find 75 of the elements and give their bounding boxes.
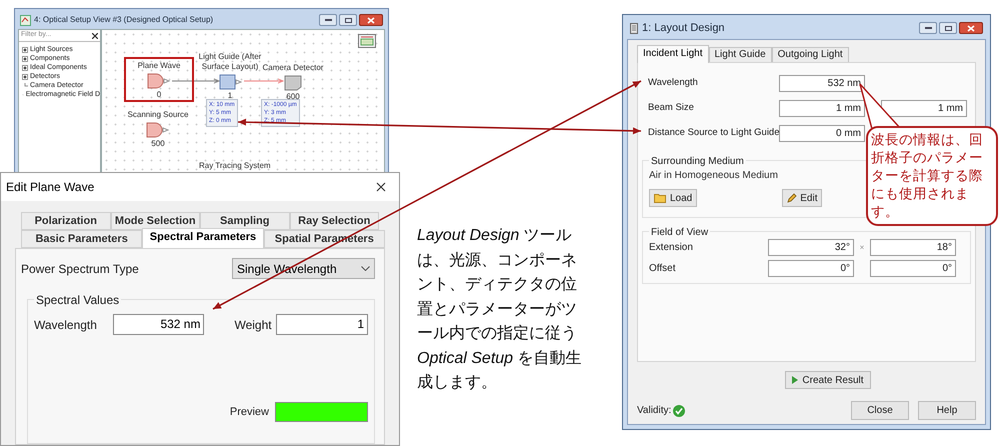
node-number: 1 bbox=[228, 91, 232, 101]
maximize-icon[interactable] bbox=[939, 22, 957, 34]
field-label: Beam Size bbox=[647, 101, 695, 116]
node-number: 0 bbox=[156, 90, 162, 100]
node-label: Plane Wave bbox=[136, 61, 182, 71]
expand-icon[interactable] bbox=[22, 46, 28, 52]
source-node-icon[interactable] bbox=[146, 122, 170, 138]
weight-field[interactable]: 1 bbox=[276, 314, 368, 335]
group-title: Surrounding Medium bbox=[649, 154, 746, 169]
field-label: Wavelength bbox=[34, 316, 98, 334]
app-icon bbox=[20, 14, 31, 26]
input-field[interactable]: 1 mm bbox=[881, 100, 967, 117]
wavelength-field[interactable]: 532 nm bbox=[112, 314, 204, 335]
preview-label: Preview bbox=[230, 404, 269, 420]
dialog-title: Edit Plane Wave bbox=[6, 179, 96, 196]
maximize-icon[interactable] bbox=[339, 14, 357, 26]
expand-icon[interactable] bbox=[22, 74, 28, 80]
tab[interactable]: Basic Parameters bbox=[21, 230, 142, 248]
edit-button[interactable]: Edit bbox=[782, 189, 822, 207]
app-icon bbox=[630, 22, 638, 34]
field-label: Distance Source to Light Guide bbox=[647, 126, 779, 140]
node-label: Camera Detector bbox=[262, 63, 324, 73]
node-number: 500 bbox=[151, 139, 165, 149]
caption-text: Layout Design ツールは、光源、コンポーネント、ディテクタの位置とパラメーターがツール内での指定に従う Optical Setup を自動生成します。 bbox=[417, 226, 583, 393]
node-label: Scanning Source bbox=[126, 110, 190, 120]
minimize-icon[interactable] bbox=[319, 14, 337, 26]
input-field[interactable]: 0 mm bbox=[779, 125, 865, 142]
field-label: Offset bbox=[649, 262, 676, 276]
input-field[interactable]: 18° bbox=[870, 239, 956, 256]
close-icon[interactable] bbox=[359, 14, 383, 26]
input-field[interactable]: 1 mm bbox=[779, 100, 865, 117]
expand-icon[interactable] bbox=[22, 64, 28, 70]
connector-arrow bbox=[172, 78, 222, 84]
dialog-button[interactable]: Close bbox=[851, 401, 909, 420]
component-node-icon[interactable] bbox=[218, 74, 242, 90]
pencil-icon bbox=[787, 193, 798, 203]
detector-node-icon[interactable] bbox=[284, 75, 302, 91]
connector-arrow bbox=[244, 78, 286, 84]
dialog-button[interactable]: Help bbox=[918, 401, 976, 420]
field-label: Weight bbox=[234, 316, 273, 334]
node-number: 600 bbox=[286, 92, 300, 102]
chevron-down-icon bbox=[361, 266, 370, 271]
input-field[interactable]: 32° bbox=[768, 239, 854, 256]
times-sign: × bbox=[858, 242, 866, 254]
field-label: Power Spectrum Type bbox=[21, 260, 139, 278]
validity-label: Validity: bbox=[637, 404, 672, 418]
tab[interactable]: Mode Selection bbox=[110, 212, 200, 230]
close-icon[interactable] bbox=[376, 182, 386, 192]
tab[interactable]: Light Guide bbox=[708, 47, 772, 63]
tab[interactable]: Sampling bbox=[200, 212, 290, 230]
folder-icon bbox=[654, 193, 667, 203]
window-title: 4: Optical Setup View #3 (Designed Optical Setup) bbox=[34, 14, 214, 26]
medium-name: Air in Homogeneous Medium bbox=[649, 169, 778, 183]
tab[interactable]: Outgoing Light bbox=[772, 47, 849, 63]
play-icon bbox=[792, 376, 798, 384]
clear-icon[interactable] bbox=[92, 32, 98, 38]
input-field[interactable]: 0° bbox=[870, 260, 956, 277]
window-title: 1: Layout Design bbox=[642, 20, 726, 36]
source-node-icon[interactable] bbox=[147, 73, 171, 89]
system-label: Ray Tracing System bbox=[199, 160, 271, 172]
toolbar-icon[interactable] bbox=[358, 34, 376, 48]
field-label: Wavelength bbox=[647, 76, 699, 90]
tab[interactable]: Ray Selection bbox=[290, 212, 379, 230]
tab[interactable]: Polarization bbox=[21, 212, 110, 230]
tab[interactable]: Incident Light bbox=[637, 45, 708, 63]
minimize-icon[interactable] bbox=[919, 22, 937, 34]
field-label: Extension bbox=[649, 241, 694, 255]
create-result-button[interactable]: Create Result bbox=[785, 371, 871, 389]
load-button[interactable]: Load bbox=[649, 189, 698, 207]
close-icon[interactable] bbox=[959, 22, 983, 34]
node-label: Light Guide (After Surface Layout) bbox=[198, 52, 262, 72]
callout-bubble: 波長の情報は、回折格子のパラメーターを計算する際にも使用されます。 bbox=[866, 126, 998, 226]
expand-icon[interactable] bbox=[22, 56, 28, 62]
tab[interactable]: Spectral Parameters bbox=[142, 228, 264, 248]
input-field[interactable]: 0° bbox=[768, 260, 854, 277]
